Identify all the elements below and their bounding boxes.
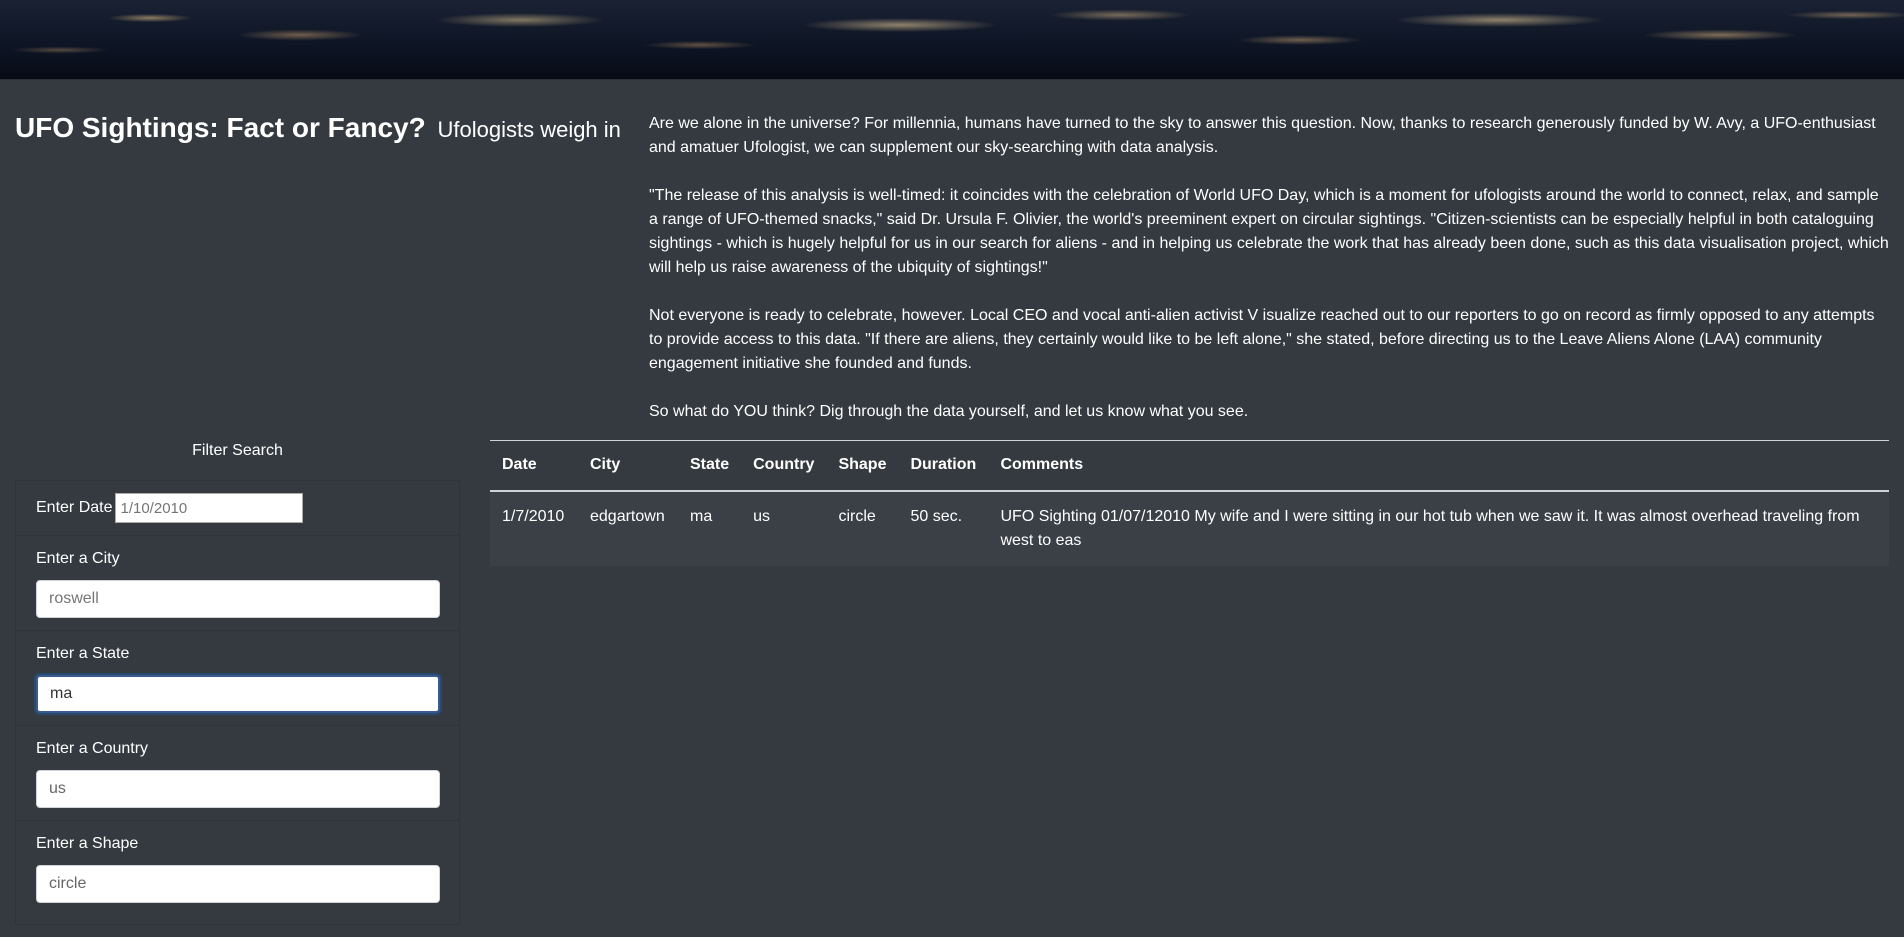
column-header-city: City <box>578 440 678 492</box>
cell-comments: UFO Sighting 01/07/12010 My wife and I w… <box>988 490 1889 566</box>
cell-date: 1/7/2010 <box>490 490 578 566</box>
cell-city: edgartown <box>578 490 678 566</box>
date-input[interactable] <box>115 493 304 523</box>
article-paragraph: "The release of this analysis is well-ti… <box>649 187 1889 276</box>
table-row: 1/7/2010 edgartown ma us circle 50 sec. … <box>490 490 1889 566</box>
filter-heading: Filter Search <box>192 442 283 459</box>
date-label: Enter Date <box>36 499 113 516</box>
country-input[interactable] <box>36 770 440 808</box>
filter-country-row: Enter a Country <box>16 726 459 821</box>
sightings-table: Date City State Country Shape Duration C… <box>490 440 1889 566</box>
cell-state: ma <box>678 490 742 566</box>
column-header-duration: Duration <box>898 440 989 492</box>
page-title: UFO Sightings: Fact or Fancy? Ufologists… <box>15 112 621 144</box>
article-body: Are we alone in the universe? For millen… <box>649 112 1889 448</box>
sightings-table-container: Date City State Country Shape Duration C… <box>490 440 1889 566</box>
column-header-state: State <box>678 440 742 492</box>
column-header-country: Country <box>741 440 827 492</box>
cell-duration: 50 sec. <box>898 490 989 566</box>
article-paragraph: Not everyone is ready to celebrate, howe… <box>649 307 1875 372</box>
filter-date-row: Enter Date <box>16 481 459 536</box>
cell-shape: circle <box>826 490 899 566</box>
shape-label: Enter a Shape <box>36 835 139 852</box>
shape-input[interactable] <box>36 865 440 903</box>
city-label: Enter a City <box>36 550 120 567</box>
column-header-date: Date <box>490 440 578 492</box>
filter-city-row: Enter a City <box>16 536 459 631</box>
article-paragraph: Are we alone in the universe? For millen… <box>649 115 1876 156</box>
article-paragraph: So what do YOU think? Dig through the da… <box>649 403 1249 420</box>
cell-country: us <box>741 490 827 566</box>
column-header-comments: Comments <box>988 440 1889 492</box>
filter-state-row: Enter a State <box>16 631 459 726</box>
filter-panel: Enter Date Enter a City Enter a State En… <box>15 480 460 925</box>
hero-banner-image <box>0 0 1904 80</box>
country-label: Enter a Country <box>36 740 149 757</box>
filter-shape-row: Enter a Shape <box>16 821 459 915</box>
table-header-row: Date City State Country Shape Duration C… <box>490 440 1889 492</box>
state-label: Enter a State <box>36 645 130 662</box>
column-header-shape: Shape <box>826 440 899 492</box>
page-subtitle: Ufologists weigh in <box>437 117 621 142</box>
city-input[interactable] <box>36 580 440 618</box>
page-title-main: UFO Sightings: Fact or Fancy? <box>15 112 426 143</box>
state-input[interactable] <box>36 675 440 713</box>
